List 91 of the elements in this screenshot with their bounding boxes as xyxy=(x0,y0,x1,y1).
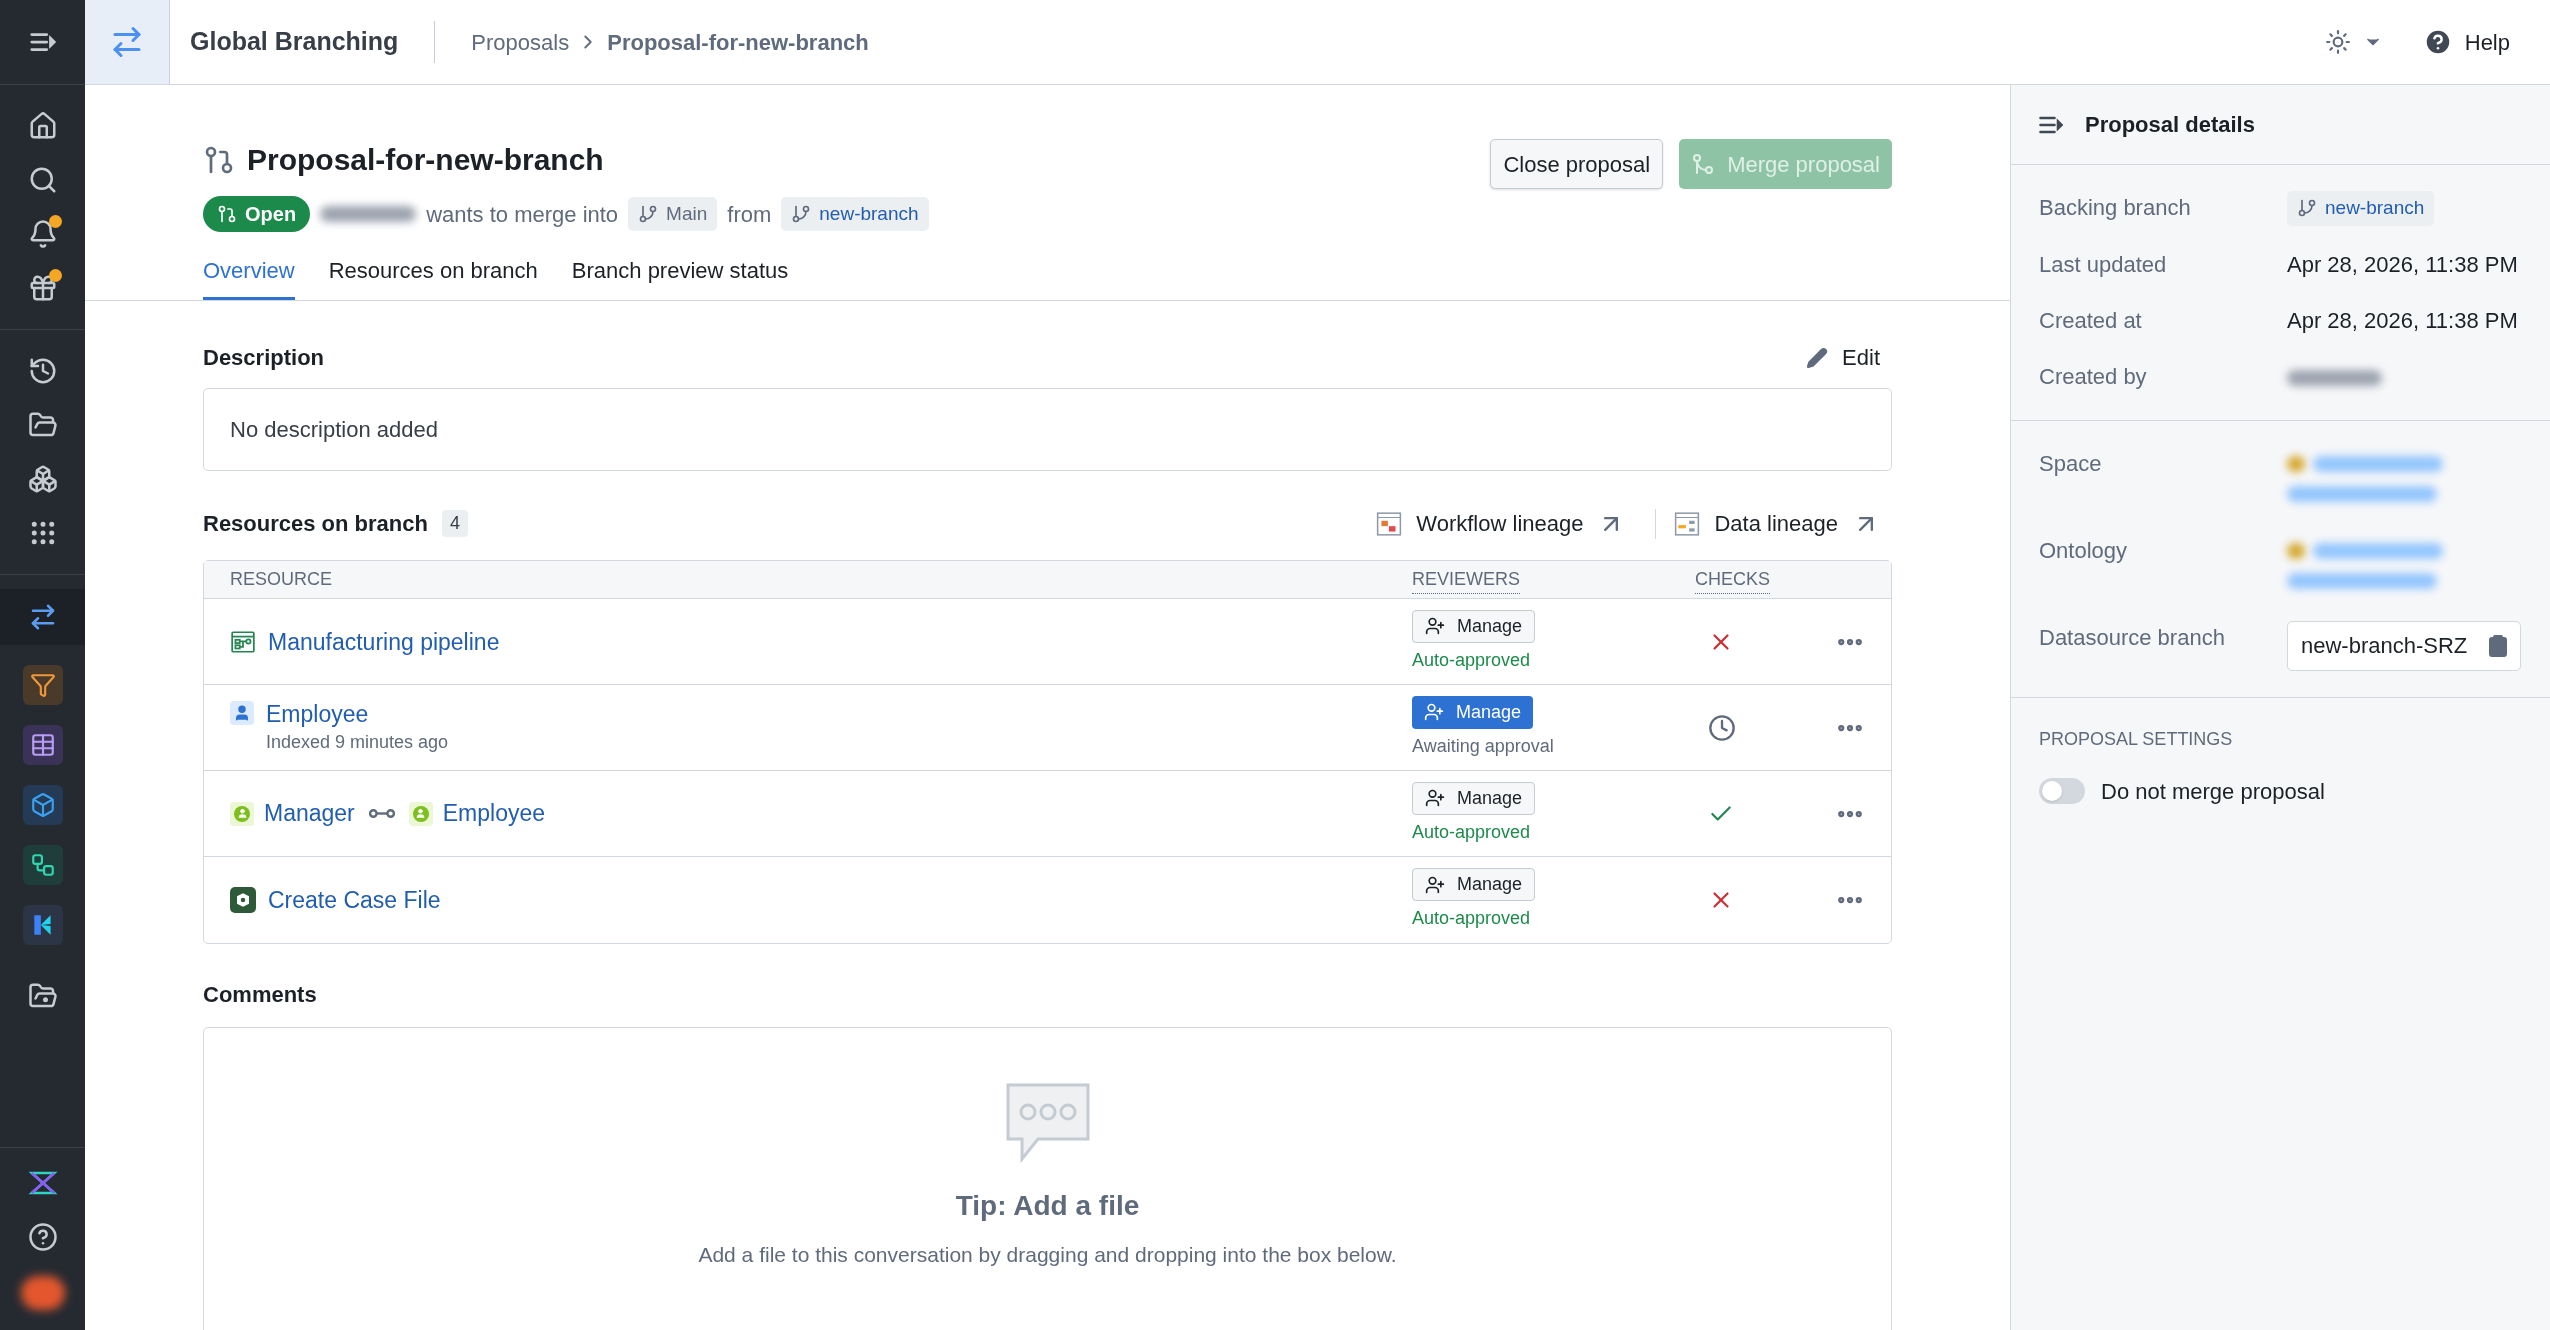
comment-drop-area[interactable]: Tip: Add a file Add a file to this conversation by dragging and dropping into the box below. xyxy=(203,1027,1892,1330)
add-user-icon xyxy=(1424,702,1444,722)
review-status: Auto-approved xyxy=(1412,648,1531,672)
field-label: Ontology xyxy=(2039,536,2129,565)
cube-app-icon[interactable] xyxy=(22,785,63,825)
resource-link[interactable]: Employee xyxy=(442,796,546,831)
column-header: CHECKS xyxy=(1695,565,1770,594)
object-icon xyxy=(230,801,254,826)
toggle-label: Do not merge proposal xyxy=(2101,777,2325,806)
field-label: Backing branch xyxy=(2039,194,2192,222)
breadcrumb[interactable]: Proposals xyxy=(471,25,570,59)
resource-link[interactable]: Manufacturing pipeline xyxy=(268,626,500,657)
resource-link[interactable]: Create Case File xyxy=(268,885,441,915)
manage-button[interactable]: Manage xyxy=(1412,695,1534,729)
branch-icon xyxy=(638,204,659,224)
hexagons-icon[interactable] xyxy=(27,464,58,494)
app-title: Global Branching xyxy=(190,26,399,58)
copy-icon[interactable] xyxy=(2486,633,2510,658)
help-icon[interactable] xyxy=(27,1222,58,1252)
settings-heading: PROPOSAL SETTINGS xyxy=(2039,727,2234,751)
field-label: Datasource branch xyxy=(2039,623,2226,652)
avatar[interactable] xyxy=(20,1276,65,1310)
manage-button[interactable]: Manage xyxy=(1412,781,1536,815)
section-heading: Resources on branch xyxy=(203,510,428,538)
count-badge: 4 xyxy=(441,510,468,537)
branch-tag: Main xyxy=(628,196,718,232)
clock-icon xyxy=(1708,713,1736,742)
tip-title: Tip: Add a file xyxy=(955,1189,1140,1223)
field-label: Last updated xyxy=(2039,250,2168,279)
app-logo[interactable] xyxy=(85,0,170,84)
action-icon xyxy=(230,887,256,913)
merge-icon xyxy=(1691,152,1716,176)
resource-link[interactable]: Employee xyxy=(266,699,449,729)
branching-app-icon[interactable] xyxy=(0,589,85,645)
edit-button[interactable]: Edit xyxy=(1806,341,1880,374)
branch-icon xyxy=(791,204,812,224)
review-status: Auto-approved xyxy=(1412,907,1531,930)
tip-text: Add a file to this conversation by dragging and dropping into the box below. xyxy=(697,1242,1398,1268)
object-icon xyxy=(408,801,433,826)
manage-button[interactable]: Manage xyxy=(1412,609,1536,643)
branch-tag[interactable]: new-branch xyxy=(781,196,929,232)
field-label: Space xyxy=(2039,449,2103,478)
manage-button[interactable]: Manage xyxy=(1412,868,1536,901)
resource-link[interactable]: Manager xyxy=(264,796,355,831)
resource-subtitle: Indexed 9 minutes ago xyxy=(266,731,449,754)
merge-text: wants to merge into xyxy=(426,200,619,229)
chat-icon xyxy=(1005,1083,1090,1163)
pencil-icon xyxy=(1806,346,1829,369)
section-heading: Description xyxy=(203,344,325,372)
add-user-icon xyxy=(1425,874,1445,895)
field-label: Created by xyxy=(2039,362,2148,391)
home-icon[interactable] xyxy=(27,111,58,141)
toggle-switch[interactable] xyxy=(2039,778,2085,804)
branch-icon xyxy=(2297,198,2317,219)
pipeline-icon xyxy=(230,628,256,655)
lineage-link[interactable]: Data lineage xyxy=(1714,507,1838,540)
workflow-icon xyxy=(1376,510,1403,537)
pipeline-app-icon[interactable] xyxy=(22,845,63,885)
link-icon xyxy=(368,807,395,820)
sun-icon xyxy=(2324,29,2351,55)
description-box: No description added xyxy=(203,388,1892,471)
review-status: Awaiting approval xyxy=(1412,734,1554,758)
lineage-link[interactable]: Workflow lineage xyxy=(1416,507,1584,540)
proposal-title: Proposal-for-new-branch xyxy=(247,142,604,178)
section-heading: Comments xyxy=(203,981,318,1009)
field-label: Created at xyxy=(2039,306,2143,335)
tab[interactable]: Branch preview status xyxy=(571,254,789,300)
field-value: Apr 28, 2026, 11:38 PM xyxy=(2287,306,2519,335)
tab[interactable]: Resources on branch xyxy=(328,254,538,300)
from-text: from xyxy=(727,200,772,229)
redacted-text xyxy=(2287,455,2305,472)
lineage-icon xyxy=(1674,510,1701,537)
close-button[interactable]: Close proposal xyxy=(1490,139,1664,189)
datasource-field[interactable]: new-branch-SRZ xyxy=(2287,620,2521,671)
breadcrumb[interactable]: Proposal-for-new-branch xyxy=(607,25,869,59)
add-user-icon xyxy=(1425,788,1445,808)
table-app-icon[interactable] xyxy=(22,725,63,765)
tab[interactable]: Overview xyxy=(203,254,295,300)
funnel-app-icon[interactable] xyxy=(22,665,63,705)
add-user-icon xyxy=(1425,616,1445,636)
panel-title: Proposal details xyxy=(2085,111,2255,139)
status-badge: Open xyxy=(203,196,311,232)
review-status: Auto-approved xyxy=(1412,820,1531,844)
column-header: RESOURCE xyxy=(230,568,333,591)
pull-request-icon xyxy=(217,204,237,224)
column-header: REVIEWERS xyxy=(1412,565,1521,594)
redacted-text xyxy=(2287,542,2305,559)
help-button[interactable]: Help xyxy=(2422,25,2510,59)
person-icon xyxy=(230,701,254,725)
branch-tag[interactable]: new-branch xyxy=(2287,191,2435,226)
field-value: Apr 28, 2026, 11:38 PM xyxy=(2287,250,2519,279)
